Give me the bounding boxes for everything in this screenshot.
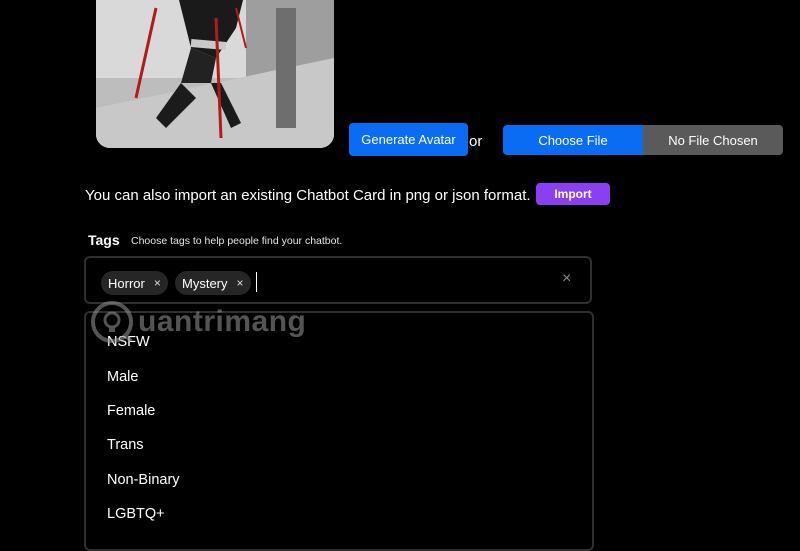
watermark-text: uantrimang <box>138 305 307 338</box>
dropdown-option-lgbtq[interactable]: LGBTQ+ <box>107 506 165 522</box>
remove-tag-icon[interactable]: × <box>237 276 244 290</box>
tag-chip-horror: Horror × <box>101 271 168 295</box>
tag-chip-mystery: Mystery × <box>175 271 251 295</box>
dropdown-option-male[interactable]: Male <box>107 369 138 385</box>
import-description: You can also import an existing Chatbot … <box>85 187 531 204</box>
generate-avatar-button[interactable]: Generate Avatar <box>349 123 468 156</box>
import-button[interactable]: Import <box>536 183 610 205</box>
watermark-logo-icon <box>91 301 133 343</box>
file-status: No File Chosen <box>643 125 783 155</box>
text-caret <box>256 272 257 292</box>
file-input[interactable]: Choose File No File Chosen <box>503 125 783 155</box>
tags-input[interactable]: Horror × Mystery × × <box>84 256 592 304</box>
tags-dropdown: NSFW Male Female Trans Non-Binary LGBTQ+ <box>84 311 594 551</box>
clear-tags-icon[interactable]: × <box>562 270 571 288</box>
dropdown-option-female[interactable]: Female <box>107 403 155 419</box>
or-separator: or <box>469 133 483 150</box>
tags-label: Tags <box>88 232 120 248</box>
dropdown-option-non-binary[interactable]: Non-Binary <box>107 472 180 488</box>
dropdown-option-trans[interactable]: Trans <box>107 437 144 453</box>
watermark: uantrimang <box>90 300 306 344</box>
tags-hint: Choose tags to help people find your cha… <box>131 235 343 247</box>
tag-chip-label: Mystery <box>182 275 228 291</box>
tag-chip-label: Horror <box>108 275 145 291</box>
avatar-image <box>96 0 334 148</box>
choose-file-button[interactable]: Choose File <box>503 125 643 155</box>
remove-tag-icon[interactable]: × <box>154 276 161 290</box>
